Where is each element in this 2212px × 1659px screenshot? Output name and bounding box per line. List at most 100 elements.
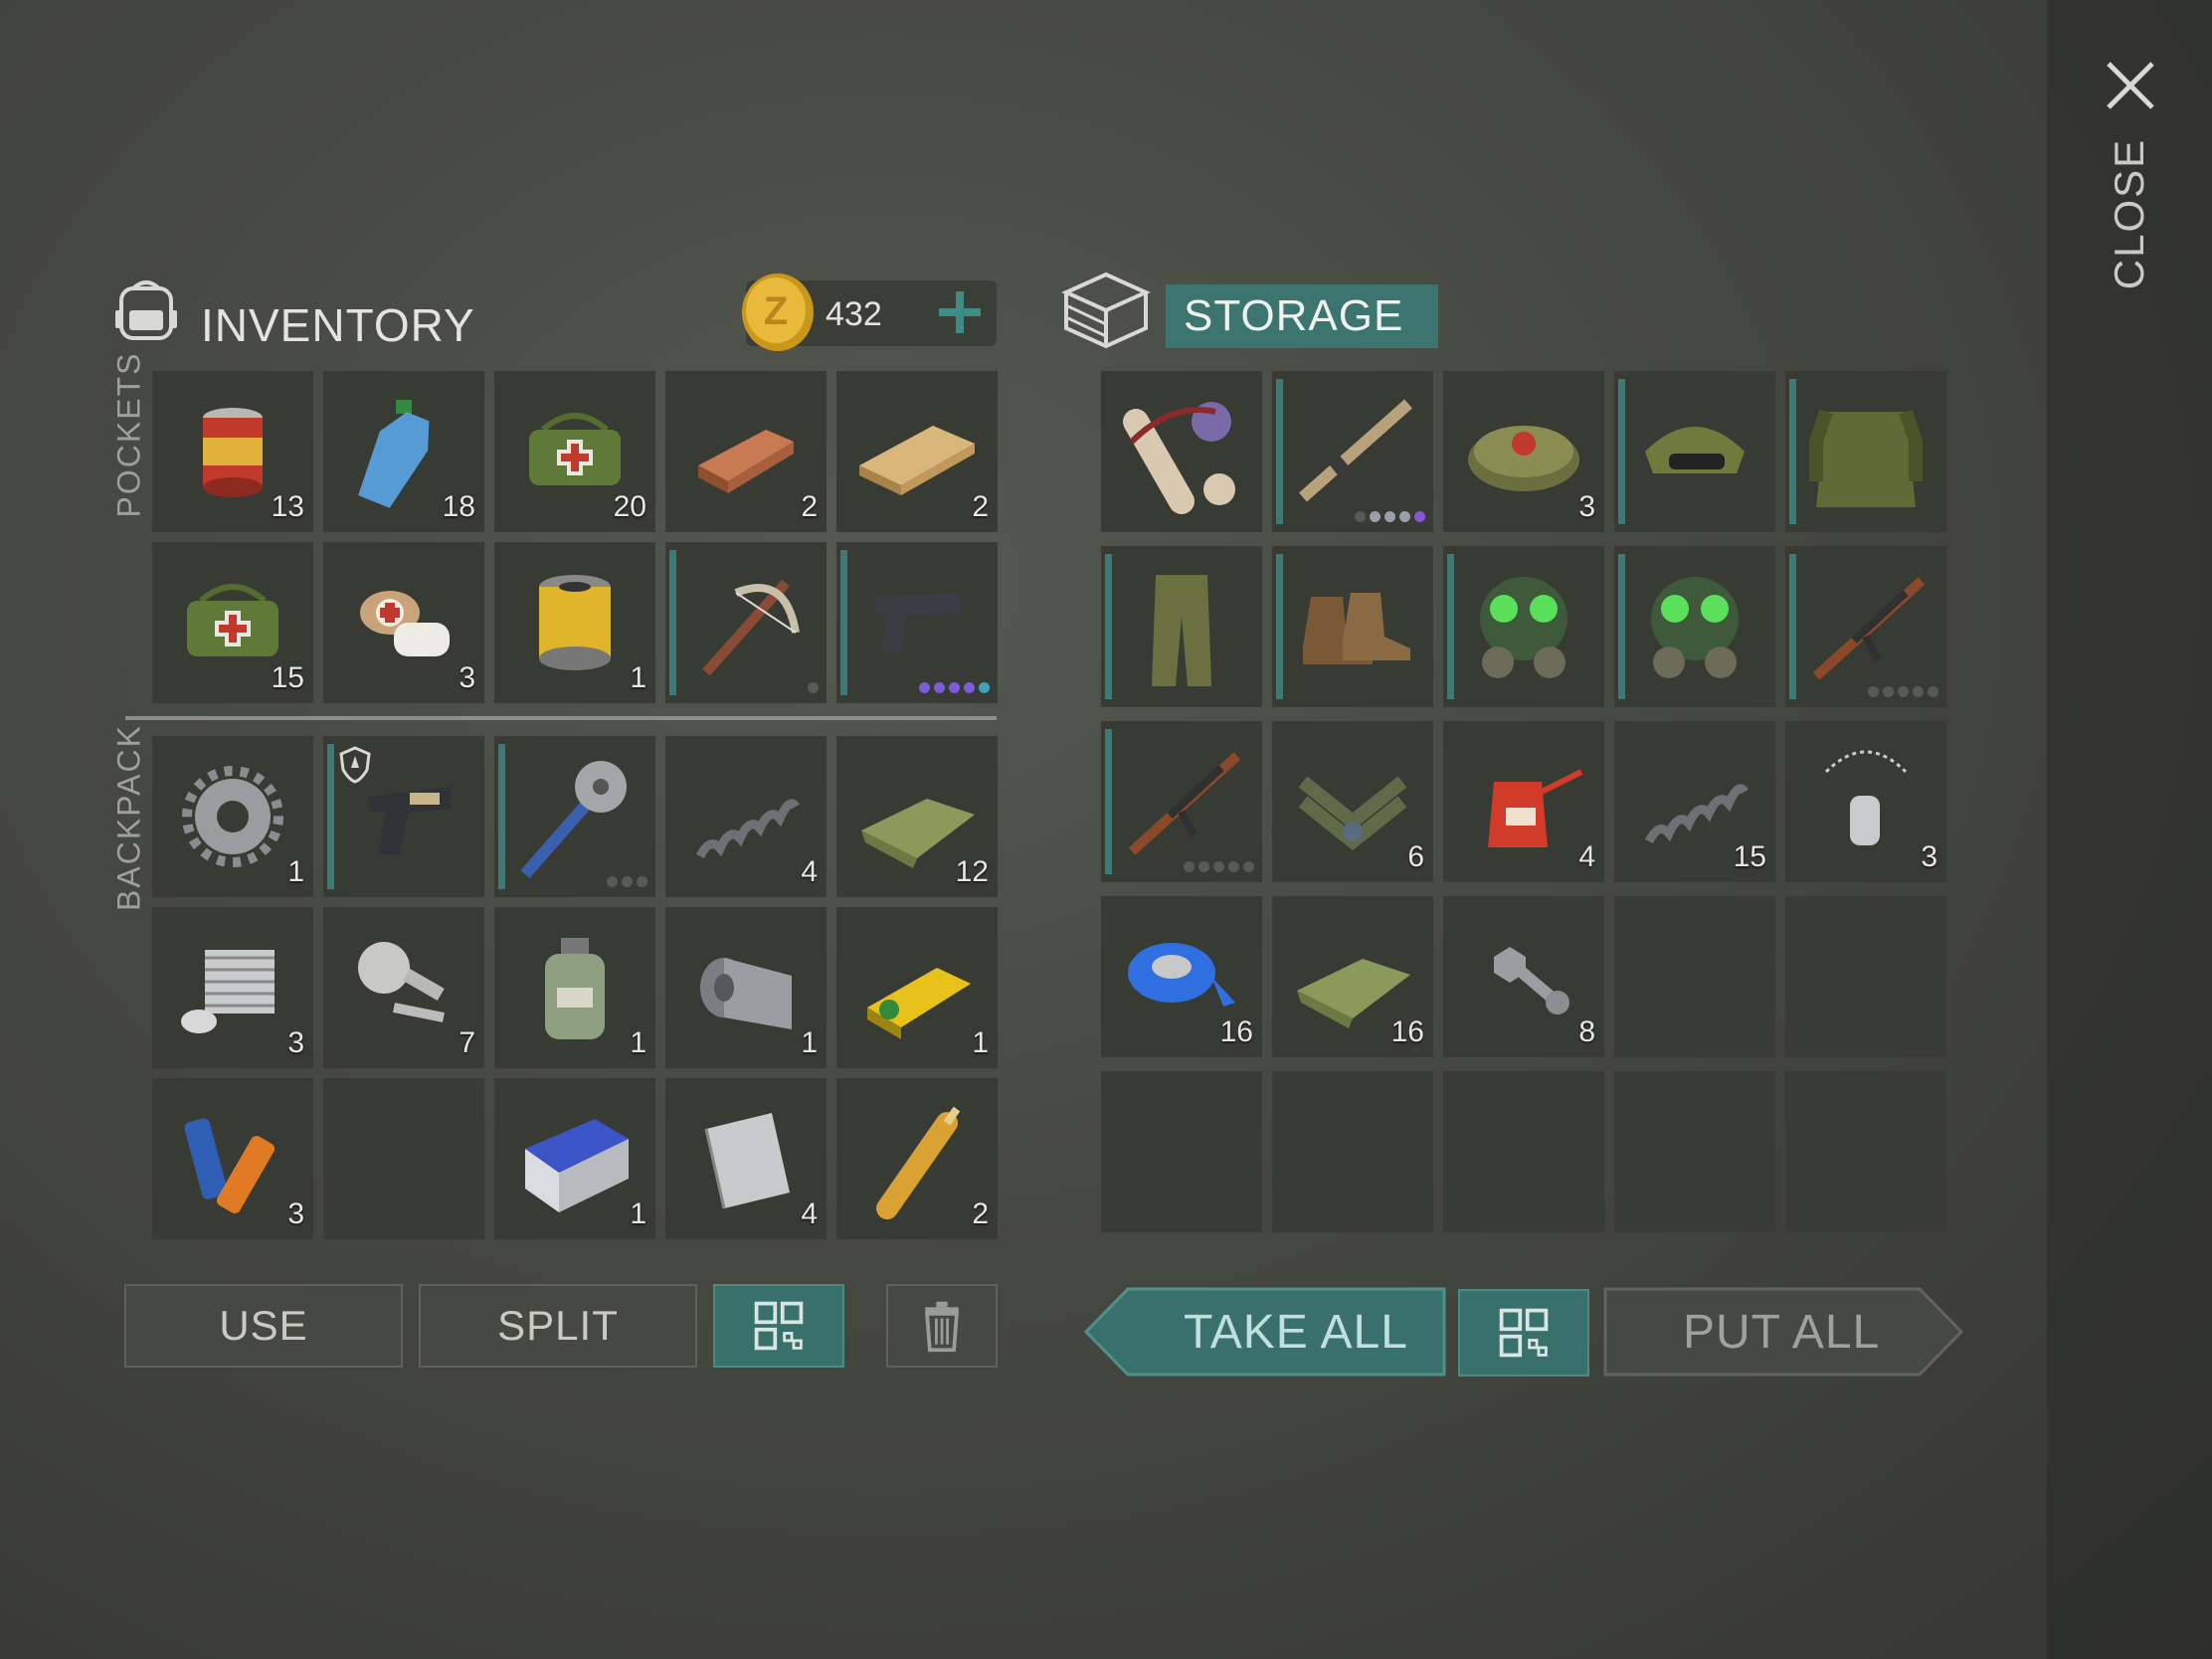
inventory.pockets-slot[interactable]: 1 xyxy=(494,542,655,703)
split-button[interactable]: SPLIT xyxy=(419,1284,697,1368)
storage.items-slot[interactable]: 8 xyxy=(1443,896,1604,1057)
item-count: 15 xyxy=(1733,840,1766,873)
item-count: 2 xyxy=(801,490,818,523)
inventory.pockets-slot[interactable]: 2 xyxy=(665,371,827,532)
equipment-bar xyxy=(669,550,676,695)
item-count: 16 xyxy=(1219,1015,1253,1048)
upgrade-dots xyxy=(1184,861,1254,872)
equipment-bar xyxy=(1618,379,1625,524)
storage.items-slot[interactable]: 6 xyxy=(1272,721,1433,882)
item-count: 8 xyxy=(1578,1015,1595,1048)
item-count: 3 xyxy=(287,1026,304,1059)
storage.items-slot[interactable]: 4 xyxy=(1443,721,1604,882)
storage.items-slot[interactable] xyxy=(1272,546,1433,707)
take-all-button[interactable]: TAKE ALL xyxy=(1084,1287,1446,1377)
storage.items-slot[interactable] xyxy=(1785,546,1946,707)
inventory.backpack-slot[interactable]: 1 xyxy=(665,907,827,1068)
equipment-bar xyxy=(498,744,505,889)
inventory.backpack-slot[interactable]: 2 xyxy=(836,1078,998,1239)
use-button[interactable]: USE xyxy=(124,1284,403,1368)
delete-button[interactable] xyxy=(886,1284,998,1368)
storage.items-empty-slot[interactable] xyxy=(1443,1071,1604,1232)
grid-sort-icon xyxy=(754,1301,804,1351)
pockets-grid: 13 18 20 2 2 15 3 1 xyxy=(152,371,998,703)
inventory-title: INVENTORY xyxy=(201,299,475,351)
camo-pants-icon xyxy=(1152,575,1211,686)
item-count: 20 xyxy=(613,490,646,523)
inventory.backpack-slot[interactable]: 3 xyxy=(152,1078,313,1239)
upgrade-dot xyxy=(949,682,960,693)
inventory.backpack-slot[interactable]: 1 xyxy=(494,907,655,1068)
sort-inventory-button[interactable] xyxy=(713,1284,844,1368)
storage.items-slot[interactable] xyxy=(1101,371,1262,532)
item-count: 4 xyxy=(1578,840,1595,873)
upgrade-dot xyxy=(1868,686,1879,697)
upgrade-dot xyxy=(1228,861,1239,872)
storage.items-empty-slot[interactable] xyxy=(1614,1071,1775,1232)
close-icon[interactable] xyxy=(2101,56,2160,115)
pistol-icon xyxy=(875,593,961,652)
coin-icon: Z xyxy=(742,274,814,351)
storage.items-slot[interactable] xyxy=(1101,721,1262,882)
inventory.backpack-slot[interactable] xyxy=(494,736,655,897)
crossbow-icon xyxy=(702,579,800,676)
upgrade-dot xyxy=(1913,686,1924,697)
inventory.backpack-slot[interactable]: 7 xyxy=(323,907,484,1068)
item-count: 1 xyxy=(801,1026,818,1059)
inventory.pockets-slot[interactable] xyxy=(836,542,998,703)
inventory.backpack-slot[interactable] xyxy=(323,736,484,897)
storage.items-slot[interactable]: 16 xyxy=(1272,896,1433,1057)
storage.items-empty-slot[interactable] xyxy=(1785,1071,1946,1232)
camo-hat-icon xyxy=(1645,427,1745,473)
inventory.pockets-slot[interactable]: 18 xyxy=(323,371,484,532)
put-all-button[interactable]: PUT ALL xyxy=(1603,1287,1963,1377)
inventory.pockets-slot[interactable]: 20 xyxy=(494,371,655,532)
storage.items-slot[interactable] xyxy=(1101,546,1262,707)
inventory.backpack-slot[interactable]: 4 xyxy=(665,736,827,897)
add-coins-button[interactable] xyxy=(929,281,991,343)
upgrade-dot xyxy=(1184,861,1195,872)
upgrade-dots xyxy=(1355,511,1425,522)
sort-storage-button[interactable] xyxy=(1458,1289,1589,1377)
upgrade-dot xyxy=(1883,686,1894,697)
engine-cylinder-icon xyxy=(181,950,275,1033)
upgrade-dot xyxy=(934,682,945,693)
boots-icon xyxy=(1303,593,1410,664)
storage.items-slot[interactable]: 3 xyxy=(1785,721,1946,882)
upgrade-dot xyxy=(1399,511,1410,522)
inventory.pockets-slot[interactable]: 3 xyxy=(323,542,484,703)
inventory.backpack-empty-slot[interactable] xyxy=(323,1078,484,1239)
inventory.pockets-slot[interactable] xyxy=(665,542,827,703)
storage.items-slot[interactable] xyxy=(1614,371,1775,532)
item-count: 15 xyxy=(271,661,304,694)
storage.items-slot[interactable]: 15 xyxy=(1614,721,1775,882)
storage.items-empty-slot[interactable] xyxy=(1614,896,1775,1057)
equipment-bar xyxy=(1105,554,1112,699)
storage.items-slot[interactable]: 16 xyxy=(1101,896,1262,1057)
backpack-icon xyxy=(115,280,177,340)
upgrade-dots xyxy=(607,876,647,887)
inventory.backpack-slot[interactable]: 1 xyxy=(152,736,313,897)
inventory.backpack-slot[interactable]: 1 xyxy=(836,907,998,1068)
wood-plank-icon xyxy=(859,426,975,495)
storage.items-slot[interactable]: 3 xyxy=(1443,371,1604,532)
inventory.backpack-slot[interactable]: 4 xyxy=(665,1078,827,1239)
storage.items-empty-slot[interactable] xyxy=(1272,1071,1433,1232)
inventory.pockets-slot[interactable]: 13 xyxy=(152,371,313,532)
storage.items-empty-slot[interactable] xyxy=(1101,1071,1262,1232)
storage.items-slot[interactable] xyxy=(1614,546,1775,707)
radioactive-battery-icon xyxy=(867,968,971,1039)
inventory.backpack-slot[interactable]: 1 xyxy=(494,1078,655,1239)
storage.items-slot[interactable] xyxy=(1443,546,1604,707)
close-button[interactable]: CLOSE xyxy=(2106,138,2153,289)
inventory.pockets-slot[interactable]: 2 xyxy=(836,371,998,532)
upgrade-dot xyxy=(1243,861,1254,872)
storage.items-empty-slot[interactable] xyxy=(1785,896,1946,1057)
equipment-bar xyxy=(840,550,847,695)
item-count: 3 xyxy=(287,1198,304,1230)
inventory.backpack-slot[interactable]: 12 xyxy=(836,736,998,897)
storage.items-slot[interactable] xyxy=(1785,371,1946,532)
inventory.pockets-slot[interactable]: 15 xyxy=(152,542,313,703)
storage.items-slot[interactable] xyxy=(1272,371,1433,532)
inventory.backpack-slot[interactable]: 3 xyxy=(152,907,313,1068)
